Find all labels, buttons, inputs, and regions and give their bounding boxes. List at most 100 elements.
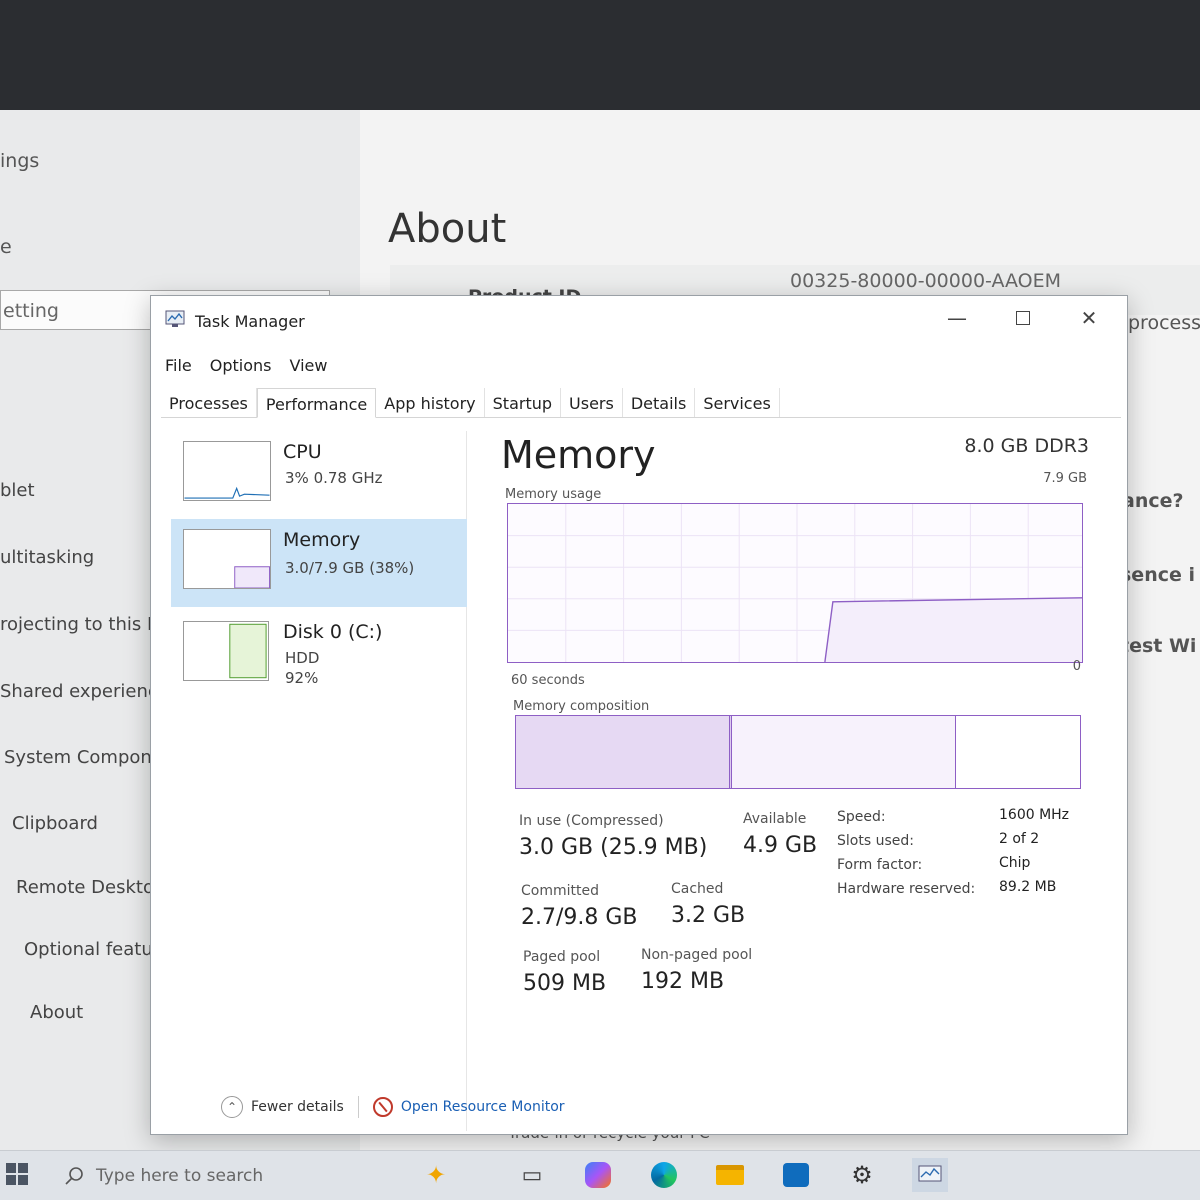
performance-list: CPU 3% 0.78 GHz Memory 3.0/7.9 GB (38%) … — [171, 431, 467, 1131]
composition-free — [956, 716, 1080, 788]
detail-form-factor-value: Chip — [999, 855, 1031, 871]
copilot-sparkle-icon[interactable]: ✦ — [420, 1159, 452, 1191]
taskbar-search-box[interactable]: Type here to search — [50, 1157, 400, 1195]
tab-performance[interactable]: Performance — [256, 388, 377, 418]
memory-detail-panel: Memory 8.0 GB DDR3 7.9 GB Memory usage 6… — [501, 431, 1111, 1031]
stat-committed-value: 2.7/9.8 GB — [521, 905, 638, 930]
perf-item-cpu[interactable]: CPU 3% 0.78 GHz — [171, 431, 467, 519]
stat-cached-label: Cached — [671, 881, 724, 897]
detail-slots-label: Slots used: — [837, 833, 914, 849]
nav-item-tablet[interactable]: blet — [0, 480, 35, 501]
settings-gear-icon[interactable]: ⚙ — [846, 1159, 878, 1191]
chevron-up-icon: ⌃ — [221, 1096, 243, 1118]
memory-thumbnail-graph — [183, 529, 271, 589]
perf-item-cpu-usage: 3% 0.78 GHz — [285, 469, 383, 487]
maximize-button[interactable] — [991, 298, 1055, 338]
memory-type: 8.0 GB DDR3 — [964, 435, 1089, 457]
menu-view[interactable]: View — [290, 356, 328, 380]
task-manager-taskbar-icon[interactable] — [912, 1158, 948, 1192]
tab-details[interactable]: Details — [623, 388, 696, 417]
product-id-value: 00325-80000-00000-AAOEM — [790, 270, 1062, 292]
page-title: About — [388, 206, 507, 252]
menu-file[interactable]: File — [165, 356, 192, 380]
edge-browser-icon[interactable] — [648, 1159, 680, 1191]
graph-zero-label: 0 — [1072, 659, 1081, 674]
detail-hw-reserved-value: 89.2 MB — [999, 879, 1057, 895]
minimize-button[interactable]: — — [925, 298, 989, 338]
stat-cached-value: 3.2 GB — [671, 903, 746, 928]
resource-monitor-icon — [372, 1097, 393, 1117]
task-manager-icon — [165, 310, 185, 327]
fewer-details-label: Fewer details — [251, 1099, 344, 1115]
perf-item-disk-usage: 92% — [285, 669, 319, 687]
settings-header: ings — [0, 150, 40, 172]
stat-paged-pool-value: 509 MB — [523, 971, 607, 996]
detail-hw-reserved-label: Hardware reserved: — [837, 881, 976, 897]
stat-in-use-label: In use (Compressed) — [519, 813, 664, 829]
nav-item-clipboard[interactable]: Clipboard — [12, 813, 98, 834]
memory-usage-label: Memory usage — [505, 487, 602, 502]
fewer-details-button[interactable]: ⌃ Fewer details — [221, 1096, 344, 1118]
menu-options[interactable]: Options — [210, 356, 272, 380]
tab-startup[interactable]: Startup — [485, 388, 562, 417]
task-manager-window: Task Manager — ✕ File Options View Proce… — [150, 295, 1128, 1135]
perf-item-disk-type: HDD — [285, 649, 320, 667]
close-button[interactable]: ✕ — [1057, 298, 1121, 338]
footer-divider — [357, 1096, 359, 1118]
settings-search-placeholder: etting — [3, 300, 59, 322]
tab-users[interactable]: Users — [561, 388, 623, 417]
maximize-icon — [1016, 311, 1030, 325]
composition-standby — [731, 716, 957, 788]
task-view-icon[interactable]: ▭ — [516, 1159, 548, 1191]
tab-processes[interactable]: Processes — [161, 388, 257, 417]
file-explorer-icon[interactable] — [714, 1159, 746, 1191]
perf-item-memory-name: Memory — [283, 529, 361, 551]
close-icon: ✕ — [1080, 306, 1098, 330]
stat-non-paged-pool-value: 192 MB — [641, 969, 725, 994]
nav-item-about[interactable]: About — [30, 1002, 83, 1023]
peek-text-presence[interactable]: sence i — [1120, 564, 1195, 586]
composition-in-use — [516, 716, 730, 788]
screen: ings e etting blet ultitasking rojecting… — [0, 110, 1200, 1200]
taskbar-search-placeholder: Type here to search — [96, 1166, 264, 1186]
windows-start-icon[interactable] — [6, 1163, 28, 1185]
disk-thumbnail-graph — [183, 621, 269, 681]
detail-slots-value: 2 of 2 — [999, 831, 1040, 847]
cpu-thumbnail-graph — [183, 441, 271, 501]
stat-in-use-value: 3.0 GB (25.9 MB) — [519, 835, 708, 860]
perf-item-cpu-name: CPU — [283, 441, 322, 463]
title-bar[interactable]: Task Manager — ✕ — [151, 296, 1127, 342]
tab-app-history[interactable]: App history — [376, 388, 485, 417]
detail-speed-value: 1600 MHz — [999, 807, 1070, 823]
outlook-icon[interactable] — [780, 1159, 812, 1191]
graph-time-label: 60 seconds — [511, 673, 585, 688]
perf-item-disk-name: Disk 0 (C:) — [283, 621, 383, 643]
task-manager-footer: ⌃ Fewer details Open Resource Monitor — [221, 1094, 565, 1120]
memory-title: Memory — [501, 433, 656, 477]
memory-usage-max: 7.9 GB — [1043, 471, 1087, 486]
peek-text-performance[interactable]: ance? — [1122, 490, 1184, 512]
minimize-icon: — — [947, 306, 967, 330]
detail-speed-label: Speed: — [837, 809, 886, 825]
open-resource-monitor-link[interactable]: Open Resource Monitor — [372, 1097, 565, 1117]
nav-item-remote-desktop[interactable]: Remote Desktop — [16, 877, 165, 898]
peek-text-process: process — [1128, 312, 1200, 334]
stat-available-label: Available — [743, 811, 807, 827]
menu-bar: File Options View — [165, 356, 327, 380]
search-icon — [65, 1167, 83, 1185]
taskbar: Type here to search ✦ ▭ ⚙ — [0, 1150, 1200, 1200]
memory-composition-label: Memory composition — [513, 699, 650, 714]
perf-item-disk[interactable]: Disk 0 (C:) HDD 92% — [171, 611, 467, 711]
tab-services[interactable]: Services — [695, 388, 780, 417]
settings-home[interactable]: e — [0, 236, 12, 258]
perf-item-memory[interactable]: Memory 3.0/7.9 GB (38%) — [171, 519, 467, 607]
nav-item-projecting[interactable]: rojecting to this PC — [0, 614, 170, 635]
nav-item-multitasking[interactable]: ultitasking — [0, 547, 94, 568]
copilot-app-icon[interactable] — [582, 1159, 614, 1191]
window-title: Task Manager — [195, 312, 305, 331]
memory-composition-bar — [515, 715, 1081, 789]
stat-available-value: 4.9 GB — [743, 833, 818, 858]
memory-usage-graph — [507, 503, 1083, 663]
perf-item-memory-usage: 3.0/7.9 GB (38%) — [285, 559, 415, 577]
peek-text-latest-windows[interactable]: test Wi — [1120, 635, 1196, 657]
